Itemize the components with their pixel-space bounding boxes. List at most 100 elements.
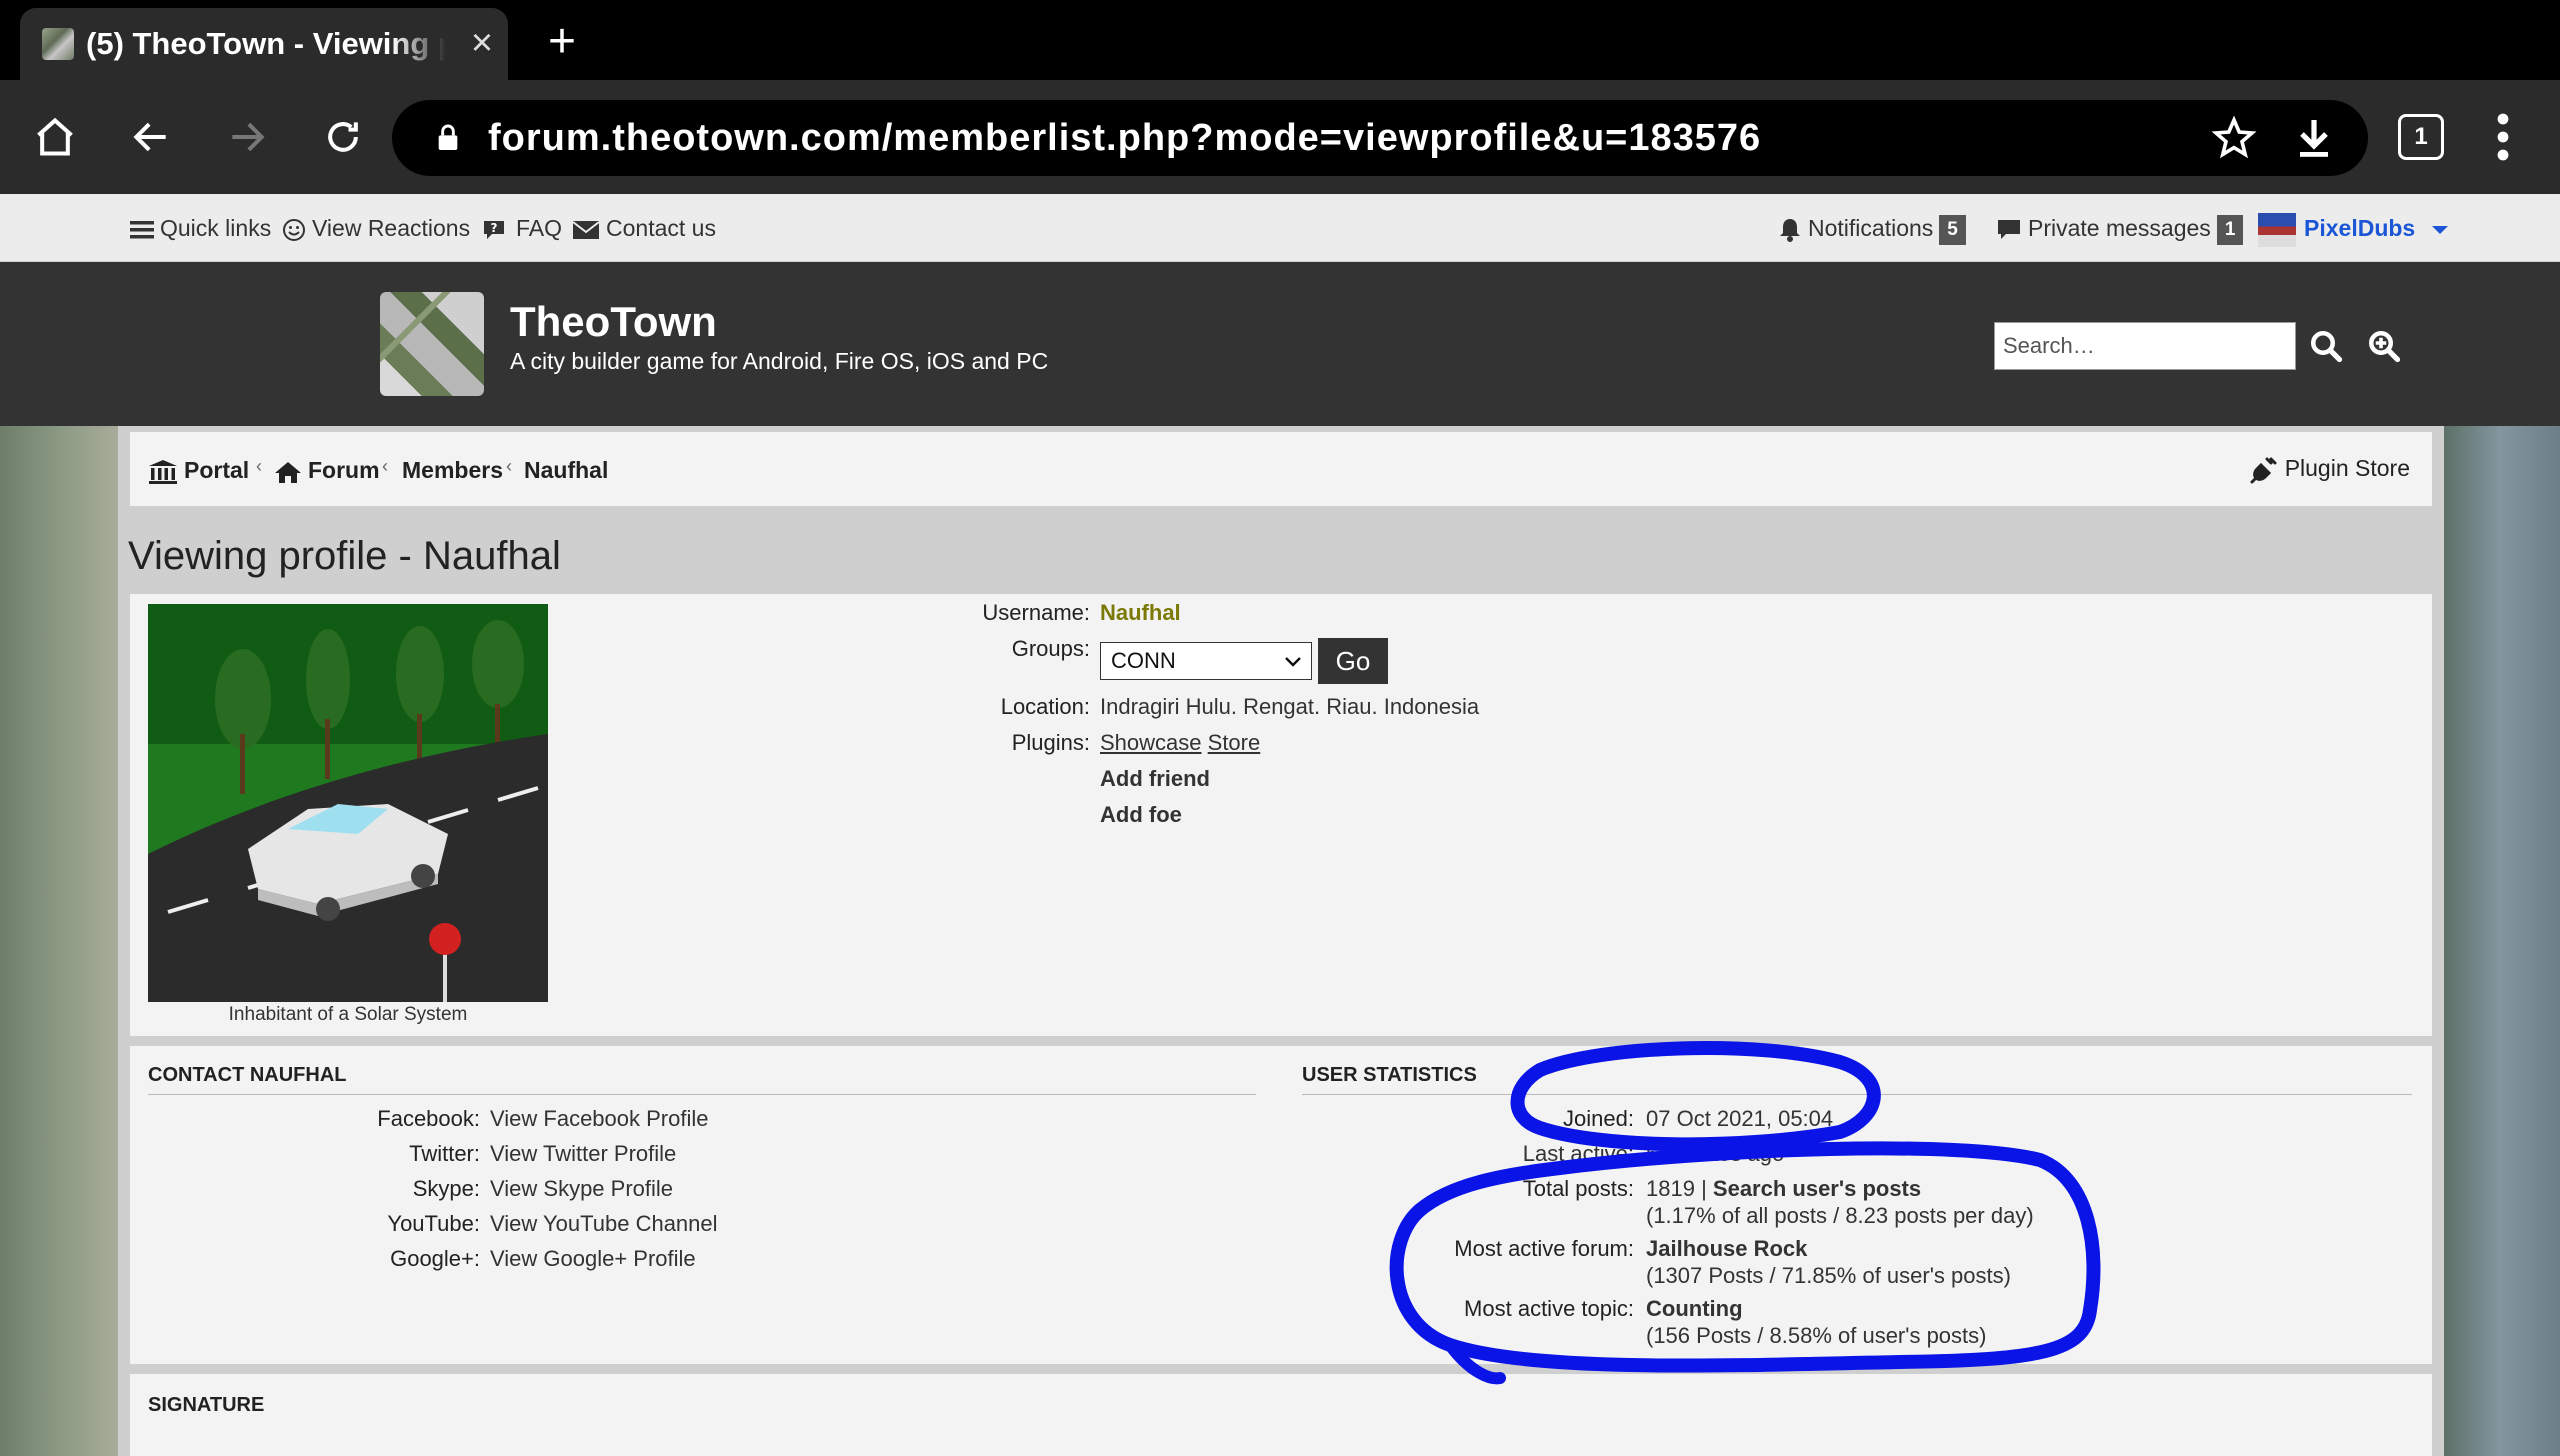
breadcrumb-forum-label: Forum	[308, 457, 380, 483]
contact-label-twitter: Twitter:	[409, 1141, 480, 1166]
svg-text:?: ?	[491, 221, 498, 235]
plugins-label: Plugins:	[1011, 730, 1090, 755]
search-user-posts-link[interactable]: Search user's posts	[1713, 1176, 1921, 1201]
joined-value: 07 Oct 2021, 05:04	[1646, 1106, 1834, 1131]
breadcrumb: Portal ‹ Forum ‹ Members ‹ Naufhal Plugi…	[130, 432, 2432, 506]
forum-top-nav: Quick links View Reactions ? FAQ Contact …	[0, 194, 2560, 262]
download-icon[interactable]	[2290, 114, 2338, 162]
view-reactions-label: View Reactions	[312, 215, 471, 241]
reload-icon[interactable]	[312, 106, 374, 168]
divider	[1302, 1094, 2412, 1095]
envelope-icon	[572, 220, 600, 239]
contact-label-googleplus: Google+:	[390, 1246, 480, 1271]
search-input[interactable]: Search…	[1994, 322, 2296, 370]
add-foe-link[interactable]: Add foe	[1100, 802, 1182, 828]
avatar-caption: Inhabitant of a Solar System	[228, 1004, 468, 1025]
profile-avatar-image	[148, 604, 548, 1002]
faq-label: FAQ	[516, 215, 563, 241]
contact-label-facebook: Facebook:	[377, 1106, 480, 1131]
tab-switcher-button[interactable]: 1	[2398, 114, 2444, 160]
plugins-links: Showcase Store	[1100, 730, 1260, 756]
tab-title: (5) TheoTown - Viewing profile - Naufhal	[86, 26, 446, 61]
stats-heading: USER STATISTICS	[1302, 1064, 1477, 1086]
page-title: Viewing profile - Naufhal	[128, 534, 561, 578]
theotown-logo[interactable]	[380, 292, 484, 396]
user-menu[interactable]: PixelDubs	[2258, 210, 2456, 247]
groups-select[interactable]: CONN	[1100, 642, 1312, 680]
private-messages-link[interactable]: Private messages 1	[1996, 210, 2244, 246]
advanced-search-icon[interactable]	[2366, 328, 2402, 364]
facebook-profile-link[interactable]: View Facebook Profile	[490, 1106, 709, 1132]
view-reactions-link[interactable]: View Reactions	[282, 210, 470, 246]
smiley-icon	[283, 218, 305, 241]
notifications-link[interactable]: Notifications 5	[1778, 210, 1966, 246]
site-description: A city builder game for Android, Fire OS…	[510, 348, 1049, 374]
most-active-topic-link[interactable]: Counting	[1646, 1296, 1743, 1322]
contact-label-youtube: YouTube:	[387, 1211, 480, 1236]
divider	[148, 1094, 1256, 1095]
home-icon	[275, 461, 301, 483]
username-label: Username:	[982, 600, 1090, 625]
breadcrumb-forum[interactable]: Forum	[274, 454, 380, 486]
address-bar[interactable]: forum.theotown.com/memberlist.php?mode=v…	[392, 100, 2368, 176]
signature-panel	[130, 1374, 2432, 1456]
groups-label: Groups:	[1011, 636, 1090, 661]
hamburger-icon	[130, 220, 154, 239]
plugin-store-profile-link[interactable]: Store	[1208, 730, 1261, 755]
new-tab-plus-icon[interactable]: +	[540, 18, 584, 66]
chevron-down-icon	[1285, 657, 1301, 667]
location-label: Location:	[1000, 694, 1090, 719]
back-arrow-icon[interactable]	[120, 106, 182, 168]
most-active-forum-link[interactable]: Jailhouse Rock	[1646, 1236, 1807, 1262]
private-messages-label: Private messages	[2028, 215, 2211, 241]
forward-arrow-icon[interactable]	[216, 106, 278, 168]
breadcrumb-separator: ‹	[506, 456, 512, 476]
close-tab-icon[interactable]: ×	[466, 24, 498, 62]
caret-down-icon	[2431, 225, 2448, 234]
most-active-forum-label: Most active forum:	[1454, 1236, 1634, 1261]
browser-tab[interactable]: (5) TheoTown - Viewing profile - Naufhal…	[20, 8, 508, 80]
googleplus-profile-link[interactable]: View Google+ Profile	[490, 1246, 696, 1272]
skype-profile-link[interactable]: View Skype Profile	[490, 1176, 673, 1202]
faq-link[interactable]: ? FAQ	[482, 210, 562, 246]
faq-bubble-icon: ?	[484, 220, 504, 239]
breadcrumb-separator: ‹	[382, 456, 388, 476]
notifications-count-badge: 5	[1939, 214, 1966, 245]
total-posts-label: Total posts:	[1522, 1176, 1634, 1201]
search-icon[interactable]	[2308, 328, 2344, 364]
youtube-channel-link[interactable]: View YouTube Channel	[490, 1211, 718, 1237]
site-title[interactable]: TheoTown	[510, 298, 717, 346]
plugin-showcase-link[interactable]: Showcase	[1100, 730, 1202, 755]
go-button[interactable]: Go	[1318, 638, 1388, 684]
breadcrumb-portal-label: Portal	[184, 457, 250, 483]
contact-us-label: Contact us	[606, 215, 716, 241]
joined-label: Joined:	[1563, 1106, 1634, 1131]
total-posts-detail: (1.17% of all posts / 8.23 posts per day…	[1646, 1203, 2034, 1228]
last-active-label: Last active:	[1522, 1141, 1634, 1166]
plugin-store-link[interactable]: Plugin Store	[2249, 452, 2410, 484]
notifications-label: Notifications	[1808, 215, 1934, 241]
portal-building-icon	[149, 459, 177, 484]
plug-icon	[2250, 457, 2277, 484]
contact-us-link[interactable]: Contact us	[572, 210, 716, 246]
signature-heading: SIGNATURE	[148, 1394, 265, 1416]
lock-icon	[438, 124, 458, 150]
twitter-profile-link[interactable]: View Twitter Profile	[490, 1141, 676, 1167]
url-text[interactable]: forum.theotown.com/memberlist.php?mode=v…	[488, 112, 1761, 164]
profile-username: Naufhal	[1100, 600, 1181, 625]
breadcrumb-portal[interactable]: Portal	[148, 454, 249, 486]
groups-selected-value: CONN	[1111, 648, 1176, 673]
most-active-forum-detail: (1307 Posts / 71.85% of user's posts)	[1646, 1263, 2011, 1288]
home-icon[interactable]	[24, 106, 86, 168]
message-bubble-icon	[1998, 219, 2020, 239]
browser-menu-icon[interactable]	[2488, 110, 2518, 164]
contact-label-skype: Skype:	[412, 1176, 480, 1201]
quick-links-menu[interactable]: Quick links	[130, 210, 271, 246]
bookmark-star-icon[interactable]	[2210, 114, 2258, 162]
add-friend-link[interactable]: Add friend	[1100, 766, 1210, 792]
username-link[interactable]: PixelDubs	[2304, 215, 2415, 241]
profile-location: Indragiri Hulu. Rengat. Riau. Indonesia	[1100, 694, 1480, 719]
breadcrumb-member[interactable]: Naufhal	[524, 454, 608, 486]
breadcrumb-members[interactable]: Members	[402, 454, 503, 486]
total-posts-count: 1819	[1646, 1176, 1695, 1201]
